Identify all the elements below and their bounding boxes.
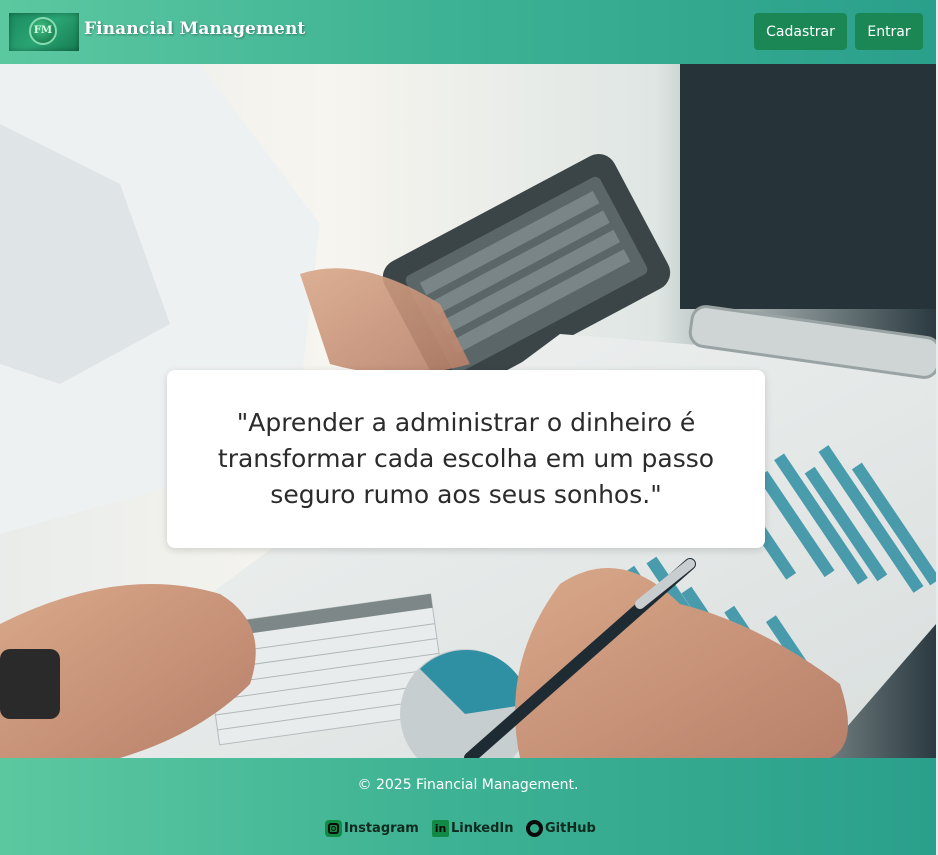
linkedin-link[interactable]: in LinkedIn xyxy=(432,818,514,838)
logo-coin-icon: FM xyxy=(29,17,57,45)
github-label: GitHub xyxy=(545,820,596,836)
instagram-icon xyxy=(325,819,342,837)
site-footer: © 2025 Financial Management. Instagram i… xyxy=(0,758,936,855)
logo[interactable]: FM xyxy=(9,13,79,51)
quote-text: "Aprender a administrar o dinheiro é tra… xyxy=(217,408,715,509)
brand-title: Financial Management xyxy=(84,19,306,39)
instagram-link[interactable]: Instagram xyxy=(325,818,419,838)
page: FM Financial Management Cadastrar Entrar xyxy=(0,0,938,855)
site-header: FM Financial Management Cadastrar Entrar xyxy=(0,0,936,64)
linkedin-icon: in xyxy=(432,819,449,837)
register-button[interactable]: Cadastrar xyxy=(754,13,847,50)
github-link[interactable]: GitHub xyxy=(526,818,596,838)
copyright-text: © 2025 Financial Management. xyxy=(357,777,579,793)
linkedin-label: LinkedIn xyxy=(451,820,514,836)
quote-card: "Aprender a administrar o dinheiro é tra… xyxy=(167,370,765,548)
github-icon xyxy=(526,819,543,837)
instagram-label: Instagram xyxy=(344,820,419,836)
hero-section: "Aprender a administrar o dinheiro é tra… xyxy=(0,64,936,758)
login-button[interactable]: Entrar xyxy=(855,13,923,50)
